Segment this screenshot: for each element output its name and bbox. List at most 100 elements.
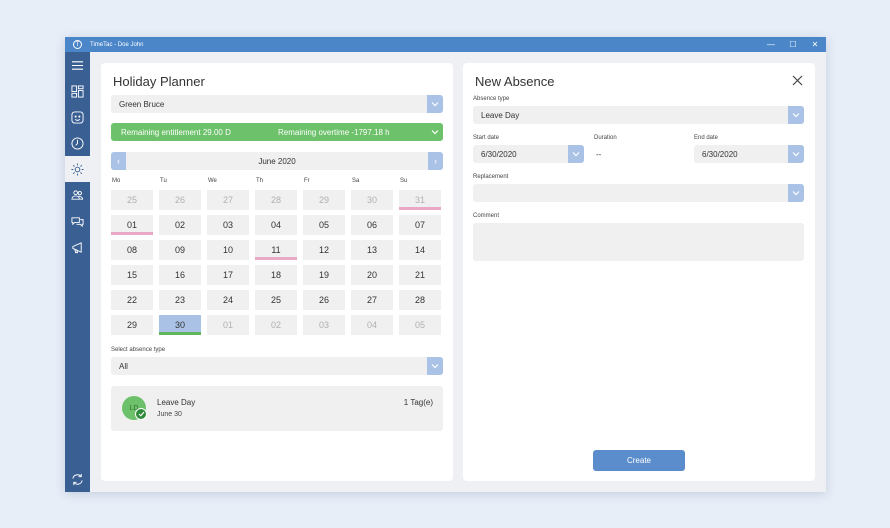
close-window-button[interactable]: ✕ <box>804 37 826 52</box>
entitlement-summary-bar[interactable]: Remaining entitlement 29.00 D Remaining … <box>111 123 443 141</box>
replacement-label: Replacement <box>473 174 509 180</box>
calendar-day-number: 29 <box>318 195 329 205</box>
weekday-label: Fr <box>304 178 310 184</box>
absence-list-item[interactable]: LD Leave Day June 30 1 Tag(e) <box>111 386 443 431</box>
end-date-dropdown-button[interactable] <box>788 145 804 163</box>
calendar-day[interactable]: 26 <box>303 290 345 310</box>
employee-select[interactable]: Green Bruce <box>111 95 443 113</box>
calendar-day-number: 17 <box>222 270 233 280</box>
weekday-label: Su <box>400 178 408 184</box>
remaining-overtime: Remaining overtime -1797.18 h <box>278 127 390 137</box>
calendar-day[interactable]: 02 <box>255 315 297 335</box>
maximize-button[interactable]: ☐ <box>782 37 804 52</box>
calendar-day[interactable]: 17 <box>207 265 249 285</box>
calendar-day-number: 08 <box>126 245 137 255</box>
calendar-day[interactable]: 29 <box>111 315 153 335</box>
calendar-day-number: 15 <box>126 270 137 280</box>
calendar-day[interactable]: 29 <box>303 190 345 210</box>
calendar-day[interactable]: 27 <box>207 190 249 210</box>
sidebar-item-messages[interactable] <box>65 208 90 234</box>
sidebar <box>65 52 90 492</box>
calendar-day[interactable]: 11 <box>255 240 297 260</box>
calendar-day[interactable]: 07 <box>399 215 441 235</box>
calendar-day[interactable]: 24 <box>207 290 249 310</box>
happy-face-icon <box>71 110 84 124</box>
sidebar-item-announcements[interactable] <box>65 234 90 260</box>
absence-type-filter-dropdown-button[interactable] <box>427 357 443 375</box>
absence-type-filter-select[interactable]: All <box>111 357 443 375</box>
calendar-day[interactable]: 28 <box>255 190 297 210</box>
calendar-day[interactable]: 15 <box>111 265 153 285</box>
holiday-marker <box>111 232 153 235</box>
menu-button[interactable] <box>65 52 90 78</box>
calendar-day[interactable]: 25 <box>255 290 297 310</box>
calendar-day[interactable]: 14 <box>399 240 441 260</box>
calendar-day[interactable]: 04 <box>351 315 393 335</box>
calendar-day[interactable]: 19 <box>303 265 345 285</box>
calendar-day-number: 05 <box>318 220 329 230</box>
calendar-day[interactable]: 27 <box>351 290 393 310</box>
calendar-day-number: 20 <box>366 270 377 280</box>
calendar-day-number: 11 <box>271 245 281 255</box>
calendar-day-number: 22 <box>126 295 137 305</box>
absence-type-select[interactable]: Leave Day <box>473 106 804 124</box>
sidebar-item-dashboard[interactable] <box>65 78 90 104</box>
calendar-day[interactable]: 10 <box>207 240 249 260</box>
calendar-day-number: 14 <box>414 245 425 255</box>
chevron-down-icon <box>792 152 800 157</box>
minimize-button[interactable]: — <box>760 37 782 52</box>
calendar-day[interactable]: 13 <box>351 240 393 260</box>
calendar-day[interactable]: 18 <box>255 265 297 285</box>
calendar-day[interactable]: 20 <box>351 265 393 285</box>
start-date-value: 6/30/2020 <box>481 149 517 159</box>
create-button[interactable]: Create <box>593 450 685 471</box>
clock-icon <box>71 136 84 150</box>
sidebar-item-holiday-planner[interactable] <box>65 156 90 182</box>
calendar-day[interactable]: 01 <box>207 315 249 335</box>
calendar-day[interactable]: 21 <box>399 265 441 285</box>
absence-type-filter-value: All <box>119 361 128 371</box>
calendar-day[interactable]: 08 <box>111 240 153 260</box>
calendar-day[interactable]: 28 <box>399 290 441 310</box>
calendar-day[interactable]: 12 <box>303 240 345 260</box>
comment-textarea[interactable] <box>473 223 804 261</box>
sidebar-item-time-tracking[interactable] <box>65 130 90 156</box>
calendar-day-number: 04 <box>270 220 281 230</box>
calendar-day[interactable]: 03 <box>303 315 345 335</box>
chevron-down-icon <box>792 191 800 196</box>
holiday-marker <box>399 207 441 210</box>
replacement-select[interactable] <box>473 184 804 202</box>
calendar-day[interactable]: 03 <box>207 215 249 235</box>
sync-button[interactable] <box>65 466 90 492</box>
replacement-dropdown-button[interactable] <box>788 184 804 202</box>
calendar-day[interactable]: 02 <box>159 215 201 235</box>
end-date-picker[interactable]: 6/30/2020 <box>694 145 804 163</box>
start-date-dropdown-button[interactable] <box>568 145 584 163</box>
start-date-picker[interactable]: 6/30/2020 <box>473 145 584 163</box>
calendar-day[interactable]: 25 <box>111 190 153 210</box>
calendar-day-number: 07 <box>414 220 425 230</box>
calendar-day[interactable]: 05 <box>399 315 441 335</box>
calendar-day[interactable]: 26 <box>159 190 201 210</box>
calendar-day[interactable]: 22 <box>111 290 153 310</box>
calendar-day[interactable]: 30 <box>159 315 201 335</box>
calendar-day[interactable]: 01 <box>111 215 153 235</box>
employee-select-value: Green Bruce <box>119 99 165 109</box>
absence-type-dropdown-button[interactable] <box>788 106 804 124</box>
sidebar-item-team[interactable] <box>65 182 90 208</box>
calendar-day[interactable]: 31 <box>399 190 441 210</box>
calendar-day-number: 03 <box>318 320 329 330</box>
next-month-button[interactable]: › <box>428 152 443 170</box>
calendar-day[interactable]: 23 <box>159 290 201 310</box>
calendar-day[interactable]: 06 <box>351 215 393 235</box>
calendar-day[interactable]: 30 <box>351 190 393 210</box>
employee-dropdown-button[interactable] <box>427 95 443 113</box>
approved-check-icon <box>135 408 147 420</box>
calendar-day[interactable]: 05 <box>303 215 345 235</box>
close-icon[interactable] <box>792 75 803 86</box>
calendar-day[interactable]: 04 <box>255 215 297 235</box>
sidebar-item-mood[interactable] <box>65 104 90 130</box>
calendar-day[interactable]: 16 <box>159 265 201 285</box>
calendar-day[interactable]: 09 <box>159 240 201 260</box>
absence-day-count: 1 Tag(e) <box>403 398 433 407</box>
